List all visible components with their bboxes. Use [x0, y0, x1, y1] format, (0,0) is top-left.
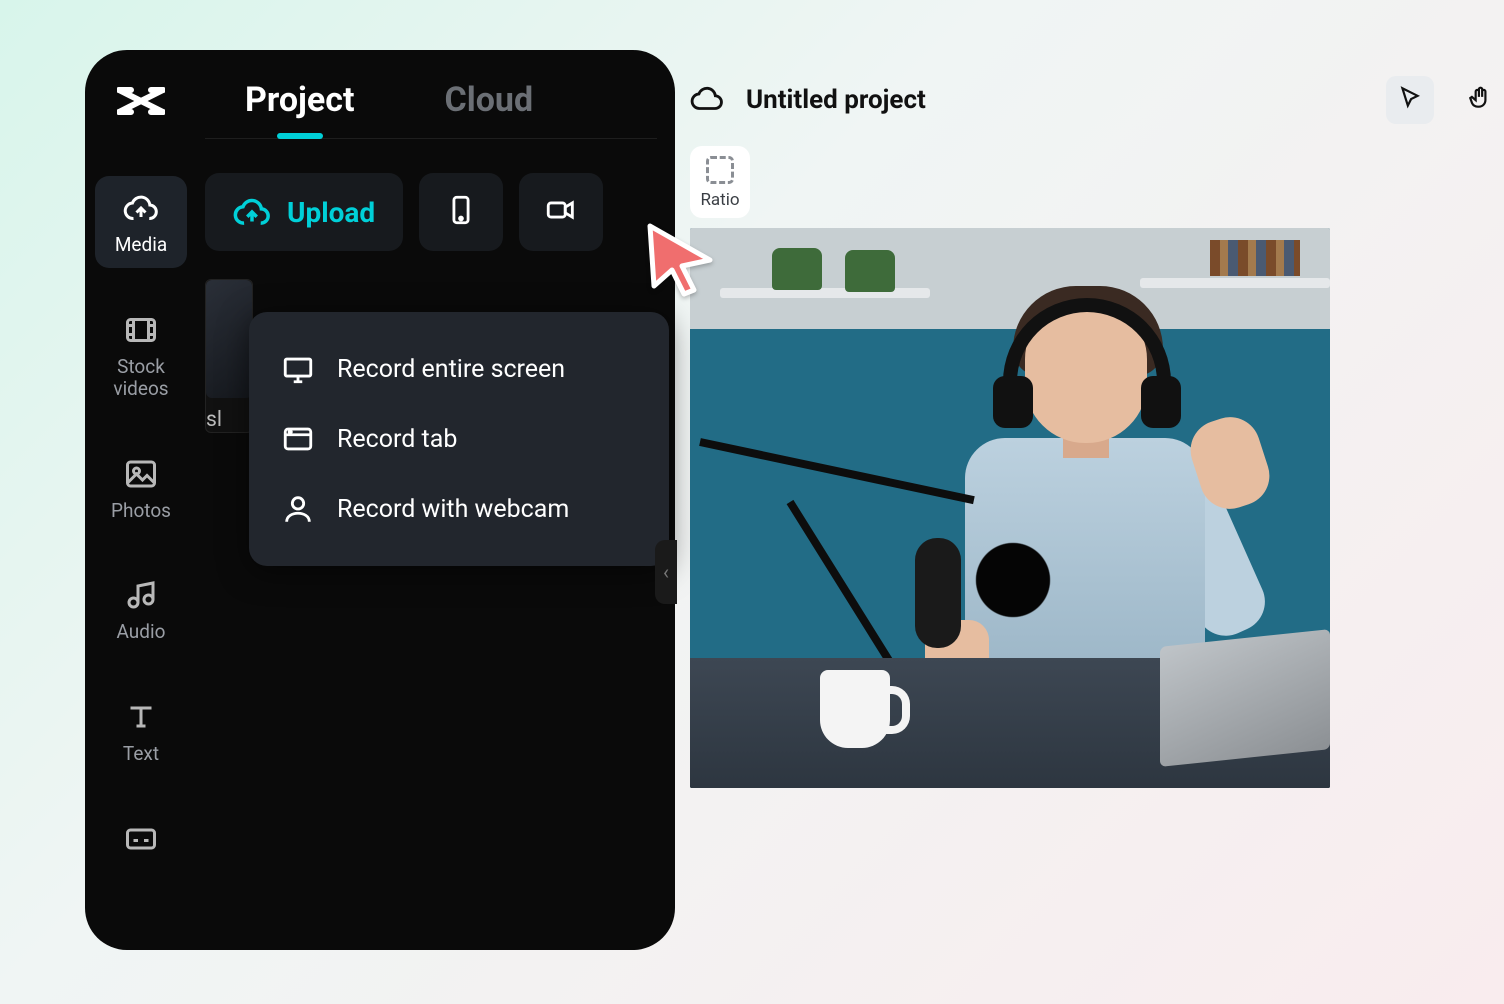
- film-icon: [123, 312, 159, 348]
- sidebar-item-media[interactable]: Media: [95, 176, 187, 268]
- canvas-topbar: Untitled project: [690, 68, 1504, 146]
- hand-icon: [1467, 85, 1493, 115]
- dropdown-label: Record tab: [337, 425, 457, 454]
- record-with-webcam[interactable]: Record with webcam: [249, 474, 669, 544]
- canvas-area: Untitled project Ratio: [690, 68, 1504, 1004]
- media-panel: Project Cloud Upload: [197, 50, 675, 950]
- project-title[interactable]: Untitled project: [746, 85, 926, 115]
- sidebar: Media Stock videos Photos Audio Text: [85, 50, 197, 950]
- collapse-panel-handle[interactable]: ‹: [655, 540, 677, 604]
- ratio-label: Ratio: [700, 190, 739, 210]
- upload-from-phone-button[interactable]: [419, 173, 503, 251]
- record-button[interactable]: [519, 173, 603, 251]
- sidebar-item-label: Photos: [111, 500, 171, 522]
- media-thumbnail[interactable]: sl: [205, 279, 253, 433]
- person-icon: [281, 492, 315, 526]
- app-logo-icon: [117, 82, 165, 120]
- sidebar-item-label: Text: [123, 743, 159, 765]
- sidebar-item-label: Stock videos: [113, 356, 168, 400]
- cursor-icon: [1397, 85, 1423, 115]
- sidebar-item-label: Media: [115, 234, 167, 256]
- record-tab[interactable]: Record tab: [249, 404, 669, 474]
- text-icon: [123, 699, 159, 735]
- cloud-upload-icon: [123, 190, 159, 226]
- camcorder-icon: [544, 193, 578, 231]
- monitor-icon: [281, 352, 315, 386]
- sidebar-item-photos[interactable]: Photos: [95, 442, 187, 534]
- editor-panel: Media Stock videos Photos Audio Text: [85, 50, 675, 950]
- ratio-button[interactable]: Ratio: [690, 146, 750, 218]
- upload-row: Upload: [205, 173, 657, 251]
- ratio-icon: [706, 156, 734, 184]
- cloud-sync-icon[interactable]: [690, 83, 724, 117]
- upload-label: Upload: [287, 196, 375, 229]
- upload-button[interactable]: Upload: [205, 173, 403, 251]
- music-note-icon: [123, 577, 159, 613]
- tutorial-cursor-icon: [640, 218, 720, 298]
- dropdown-label: Record with webcam: [337, 495, 569, 524]
- video-preview[interactable]: [690, 228, 1330, 788]
- sidebar-item-text[interactable]: Text: [95, 685, 187, 777]
- thumbnail-image: [206, 280, 252, 398]
- panel-tabs: Project Cloud: [205, 74, 657, 139]
- sidebar-item-captions[interactable]: [95, 807, 187, 869]
- select-tool[interactable]: [1386, 76, 1434, 124]
- sidebar-item-stock-videos[interactable]: Stock videos: [95, 298, 187, 412]
- record-entire-screen[interactable]: Record entire screen: [249, 334, 669, 404]
- record-dropdown: Record entire screen Record tab Record w…: [249, 312, 669, 566]
- captions-icon: [123, 821, 159, 857]
- tab-project[interactable]: Project: [245, 80, 354, 138]
- image-icon: [123, 456, 159, 492]
- dropdown-label: Record entire screen: [337, 355, 565, 384]
- hand-tool[interactable]: [1456, 76, 1504, 124]
- thumbnail-label: sl: [206, 408, 252, 432]
- window-icon: [281, 422, 315, 456]
- tab-cloud[interactable]: Cloud: [444, 80, 533, 138]
- cloud-upload-icon: [233, 193, 271, 231]
- phone-icon: [444, 193, 478, 231]
- sidebar-item-audio[interactable]: Audio: [95, 563, 187, 655]
- sidebar-item-label: Audio: [117, 621, 166, 643]
